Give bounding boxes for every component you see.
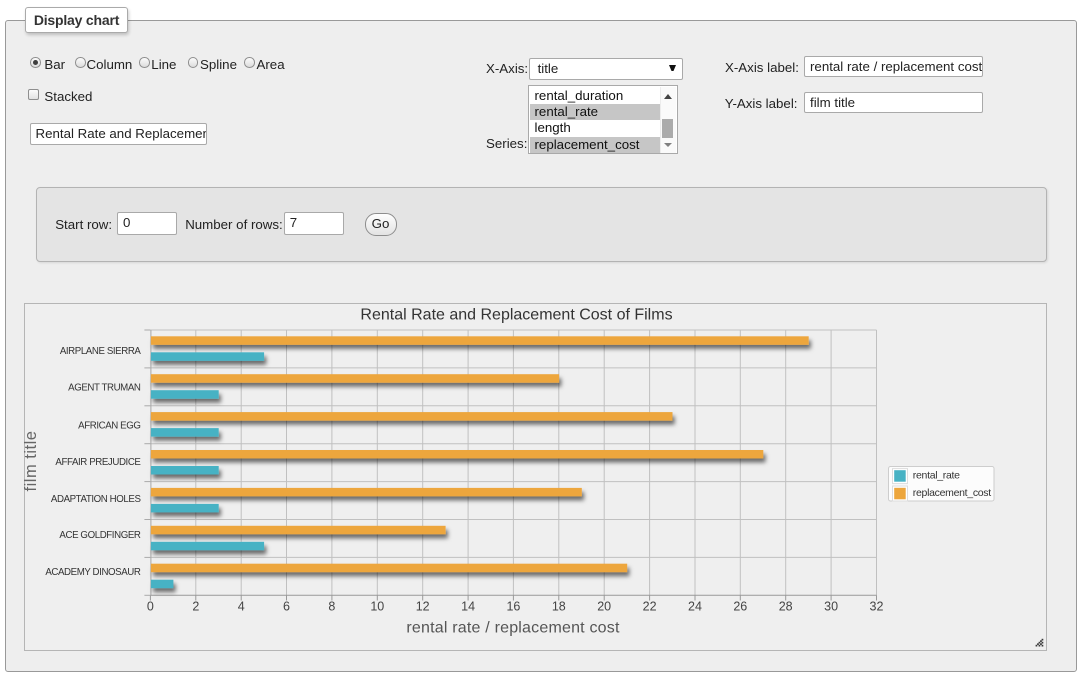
svg-text:28: 28: [779, 600, 793, 614]
svg-text:AFRICAN EGG: AFRICAN EGG: [78, 420, 140, 431]
svg-text:22: 22: [643, 600, 657, 614]
svg-text:6: 6: [283, 600, 290, 614]
svg-text:2: 2: [192, 600, 199, 614]
svg-text:AFFAIR PREJUDICE: AFFAIR PREJUDICE: [55, 457, 141, 468]
svg-text:32: 32: [870, 600, 884, 614]
svg-text:8: 8: [328, 600, 335, 614]
svg-text:20: 20: [597, 600, 611, 614]
svg-text:Rental Rate and Replacement Co: Rental Rate and Replacement Cost of Film…: [360, 307, 672, 324]
svg-text:18: 18: [552, 600, 566, 614]
svg-text:AGENT TRUMAN: AGENT TRUMAN: [68, 382, 141, 393]
svg-text:12: 12: [416, 600, 430, 614]
svg-text:ACADEMY DINOSAUR: ACADEMY DINOSAUR: [45, 567, 141, 578]
svg-text:AIRPLANE SIERRA: AIRPLANE SIERRA: [60, 346, 142, 357]
svg-text:0: 0: [147, 600, 154, 614]
svg-text:rental rate / replacement cost: rental rate / replacement cost: [406, 620, 620, 637]
svg-text:26: 26: [733, 600, 747, 614]
svg-text:rental_rate: rental_rate: [913, 470, 960, 482]
svg-text:ACE GOLDFINGER: ACE GOLDFINGER: [59, 530, 140, 541]
svg-text:14: 14: [461, 600, 475, 614]
svg-text:24: 24: [688, 600, 702, 614]
svg-text:film title: film title: [24, 431, 40, 492]
svg-text:16: 16: [506, 600, 520, 614]
svg-text:ADAPTATION HOLES: ADAPTATION HOLES: [51, 494, 142, 505]
svg-text:10: 10: [370, 600, 384, 614]
svg-text:30: 30: [824, 600, 838, 614]
svg-text:4: 4: [238, 600, 245, 614]
svg-text:replacement_cost: replacement_cost: [913, 487, 991, 499]
